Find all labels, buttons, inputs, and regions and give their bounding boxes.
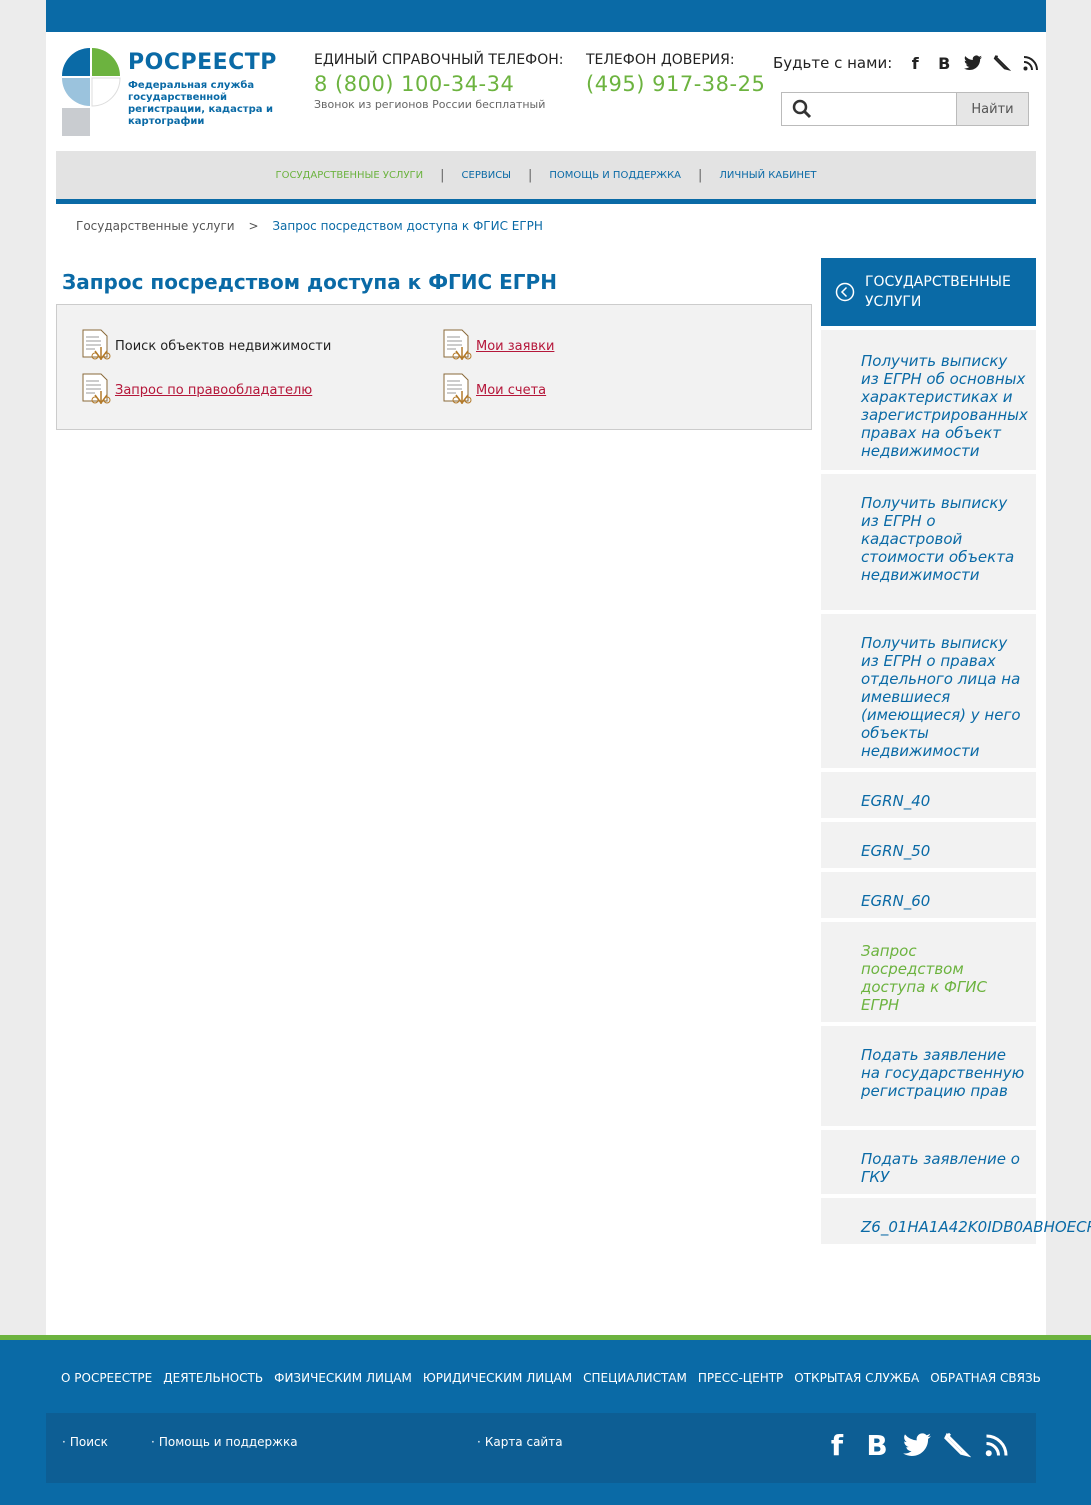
social-links-footer: f B: [822, 1427, 1022, 1463]
panel-item-owner-request[interactable]: Запрос по правообладателю: [81, 373, 312, 407]
back-arrow-icon[interactable]: [835, 282, 855, 302]
sidebar-item-egrn-person-rights[interactable]: Получить выписку из ЕГРН о правах отдель…: [821, 614, 1036, 768]
facebook-icon[interactable]: f: [822, 1427, 852, 1463]
breadcrumb: Государственные услуги > Запрос посредст…: [76, 219, 543, 233]
sidebar-item-gku-application[interactable]: Подать заявление о ГКУ: [821, 1130, 1036, 1194]
nav-separator: |: [528, 167, 533, 183]
trust-line-label: ТЕЛЕФОН ДОВЕРИЯ:: [586, 52, 735, 68]
rss-icon[interactable]: [1020, 52, 1042, 74]
services-panel: Поиск объектов недвижимости Мои заявки З…: [56, 304, 812, 430]
footer-nav-individuals[interactable]: ФИЗИЧЕСКИМ ЛИЦАМ: [274, 1371, 412, 1385]
document-icon: [443, 329, 472, 360]
footer-links-box: Поиск Помощь и поддержка Карта сайта f B: [46, 1413, 1036, 1483]
footer-nav-legal-entities[interactable]: ЮРИДИЧЕСКИМ ЛИЦАМ: [423, 1371, 572, 1385]
footer-nav-activity[interactable]: ДЕЯТЕЛЬНОСТЬ: [163, 1371, 263, 1385]
nav-item-state-services[interactable]: ГОСУДАРСТВЕННЫЕ УСЛУГИ: [276, 170, 424, 181]
search-button[interactable]: Найти: [956, 93, 1028, 125]
footer-link-help[interactable]: Помощь и поддержка: [151, 1435, 298, 1449]
panel-item-search-objects: Поиск объектов недвижимости: [81, 329, 331, 363]
nav-separator: |: [698, 167, 703, 183]
sidebar-item-egrn-60[interactable]: EGRN_60: [821, 872, 1036, 918]
sidebar-item-egrn-50[interactable]: EGRN_50: [821, 822, 1036, 868]
footer-nav-feedback[interactable]: ОБРАТНАЯ СВЯЗЬ: [930, 1371, 1041, 1385]
main-nav: ГОСУДАРСТВЕННЫЕ УСЛУГИ | СЕРВИСЫ | ПОМОЩ…: [56, 151, 1036, 204]
trust-line-number[interactable]: (495) 917-38-25: [586, 72, 765, 96]
logo-subtitle: Федеральная служба государственной регис…: [128, 80, 273, 127]
footer: О РОСРЕЕСТРЕ ДЕЯТЕЛЬНОСТЬ ФИЗИЧЕСКИМ ЛИЦ…: [0, 1335, 1091, 1505]
vkontakte-icon[interactable]: B: [862, 1427, 892, 1463]
nav-item-help[interactable]: ПОМОЩЬ И ПОДДЕРЖКА: [549, 170, 681, 181]
trust-line-block: ТЕЛЕФОН ДОВЕРИЯ: (495) 917-38-25: [586, 52, 765, 96]
sidebar-title: ГОСУДАРСТВЕННЫЕ УСЛУГИ: [865, 274, 1011, 310]
logo-emblem-icon: [62, 48, 121, 136]
document-icon: [443, 373, 472, 404]
vkontakte-icon[interactable]: B: [933, 52, 955, 74]
panel-item-my-invoices[interactable]: Мои счета: [442, 373, 546, 407]
my-invoices-link[interactable]: Мои счета: [476, 383, 546, 398]
my-requests-link[interactable]: Мои заявки: [476, 339, 554, 354]
social-label: Будьте с нами:: [773, 54, 893, 72]
hotline-block: ЕДИНЫЙ СПРАВОЧНЫЙ ТЕЛЕФОН: 8 (800) 100-3…: [314, 52, 564, 111]
panel-item-my-requests[interactable]: Мои заявки: [442, 329, 554, 363]
social-links-header: Будьте с нами: f B: [773, 52, 1049, 74]
top-bar: [46, 0, 1046, 32]
footer-link-sitemap[interactable]: Карта сайта: [477, 1435, 563, 1449]
livejournal-icon[interactable]: [942, 1427, 972, 1463]
document-icon: [82, 329, 111, 360]
twitter-icon[interactable]: [902, 1427, 932, 1463]
facebook-icon[interactable]: f: [904, 52, 926, 74]
sidebar-item-egrn-cadastral-value[interactable]: Получить выписку из ЕГРН о кадастровой с…: [821, 474, 1036, 610]
sidebar-item-portlet-id[interactable]: Z6_01HA1A42K0IDB0ABHOECR0: [821, 1198, 1091, 1244]
footer-nav-specialists[interactable]: СПЕЦИАЛИСТАМ: [583, 1371, 687, 1385]
owner-request-link[interactable]: Запрос по правообладателю: [115, 383, 312, 398]
search-box: Найти: [781, 92, 1029, 126]
nav-item-account[interactable]: ЛИЧНЫЙ КАБИНЕТ: [719, 170, 816, 181]
twitter-icon[interactable]: [962, 52, 984, 74]
footer-nav: О РОСРЕЕСТРЕ ДЕЯТЕЛЬНОСТЬ ФИЗИЧЕСКИМ ЛИЦ…: [61, 1371, 1052, 1385]
search-icon: [792, 99, 812, 119]
sidebar-item-egrn-40[interactable]: EGRN_40: [821, 772, 1036, 818]
page-title: Запрос посредством доступа к ФГИС ЕГРН: [62, 270, 557, 294]
hotline-label: ЕДИНЫЙ СПРАВОЧНЫЙ ТЕЛЕФОН:: [314, 52, 564, 68]
search-input[interactable]: [818, 96, 956, 124]
livejournal-icon[interactable]: [991, 52, 1013, 74]
breadcrumb-separator: >: [248, 219, 259, 233]
sidebar-header[interactable]: ГОСУДАРСТВЕННЫЕ УСЛУГИ: [821, 258, 1036, 326]
sidebar-item-rights-registration[interactable]: Подать заявление на государственную реги…: [821, 1026, 1036, 1126]
document-icon: [82, 373, 111, 404]
sidebar-item-fgis-egrn-access[interactable]: Запрос посредством доступа к ФГИС ЕГРН: [821, 922, 1036, 1022]
footer-link-search[interactable]: Поиск: [62, 1435, 108, 1449]
panel-item-label: Поиск объектов недвижимости: [115, 338, 332, 354]
sidebar-list: Получить выписку из ЕГРН об основных хар…: [821, 330, 1091, 1248]
breadcrumb-parent[interactable]: Государственные услуги: [76, 219, 235, 233]
hotline-number[interactable]: 8 (800) 100-34-34: [314, 72, 564, 96]
footer-nav-about[interactable]: О РОСРЕЕСТРЕ: [61, 1371, 152, 1385]
nav-separator: |: [440, 167, 445, 183]
nav-item-services[interactable]: СЕРВИСЫ: [462, 170, 511, 181]
logo-title: РОСРЕЕСТР: [128, 50, 277, 75]
footer-nav-press[interactable]: ПРЕСС-ЦЕНТР: [698, 1371, 783, 1385]
sidebar-item-egrn-characteristics[interactable]: Получить выписку из ЕГРН об основных хар…: [821, 330, 1036, 470]
breadcrumb-current[interactable]: Запрос посредством доступа к ФГИС ЕГРН: [272, 219, 543, 233]
hotline-note: Звонок из регионов России бесплатный: [314, 98, 546, 111]
rss-icon[interactable]: [982, 1427, 1012, 1463]
logo[interactable]: РОСРЕЕСТР Федеральная служба государстве…: [60, 46, 290, 138]
footer-nav-open-service[interactable]: ОТКРЫТАЯ СЛУЖБА: [794, 1371, 919, 1385]
